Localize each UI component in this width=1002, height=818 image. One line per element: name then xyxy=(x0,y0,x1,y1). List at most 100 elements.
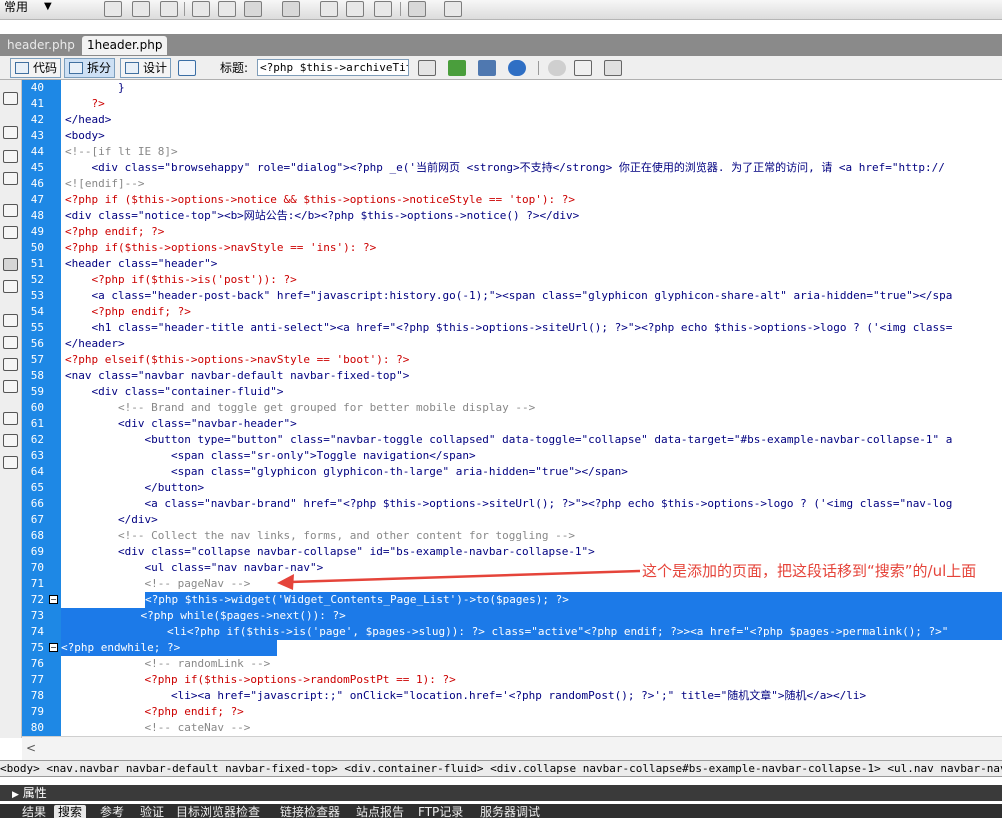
remove-comment-icon[interactable] xyxy=(3,336,18,349)
properties-panel-header[interactable]: ▶ 属性 xyxy=(0,785,1002,801)
code-line[interactable]: <?php if($this->is('post')): ?> xyxy=(65,272,296,288)
file-management-icon[interactable] xyxy=(418,60,436,76)
fold-marker-icon[interactable]: − xyxy=(49,643,58,652)
code-line[interactable]: <li><a href="javascript:;" onClick="loca… xyxy=(65,688,866,704)
date-icon[interactable] xyxy=(320,1,338,17)
code-line[interactable]: <?php if($this->options->randomPostPt ==… xyxy=(65,672,455,688)
view-options-icon[interactable] xyxy=(574,60,592,76)
code-line[interactable]: <!-- Collect the nav links, forms, and o… xyxy=(65,528,575,544)
code-line[interactable]: <span class="sr-only">Toggle navigation<… xyxy=(65,448,476,464)
code-line[interactable]: <div class="navbar-header"> xyxy=(65,416,297,432)
code-line[interactable]: <h1 class="header-title anti-select"><a … xyxy=(65,320,952,336)
refresh-icon[interactable] xyxy=(548,60,566,76)
comment-icon[interactable] xyxy=(374,1,392,17)
line-numbers-icon[interactable] xyxy=(3,258,18,271)
code-line[interactable]: <?php endif; ?> xyxy=(65,304,190,320)
code-line[interactable]: <?php endif; ?> xyxy=(65,704,243,720)
code-line[interactable]: <a class="navbar-brand" href="<?php $thi… xyxy=(65,496,952,512)
results-tab[interactable]: 验证 xyxy=(136,805,168,818)
document-title-field[interactable]: <?php $this->archiveTitle xyxy=(257,59,409,76)
code-line[interactable]: <?php endif; ?> xyxy=(65,224,164,240)
design-view-button[interactable]: 设计 xyxy=(120,58,172,78)
div-tag-icon[interactable] xyxy=(218,1,236,17)
fold-marker-icon[interactable]: − xyxy=(49,595,58,604)
code-line[interactable]: <header class="header"> xyxy=(65,256,217,272)
tab-1header-php[interactable]: 1header.php xyxy=(82,36,168,55)
code-line[interactable]: <!-- pageNav --> xyxy=(65,576,250,592)
hyperlink-icon[interactable] xyxy=(104,1,122,17)
collapse-tag-icon[interactable] xyxy=(3,126,18,139)
code-line[interactable]: <?php elseif($this->options->navStyle ==… xyxy=(65,352,409,368)
format-source-code-icon[interactable] xyxy=(3,456,18,469)
code-line[interactable]: <span class="glyphicon glyphicon-th-larg… xyxy=(65,464,628,480)
results-tab[interactable]: FTP记录 xyxy=(414,805,467,818)
indent-code-icon[interactable] xyxy=(3,412,18,425)
table-icon[interactable] xyxy=(192,1,210,17)
results-tab[interactable]: 链接检查器 xyxy=(276,805,344,818)
tag-selector-breadcrumb[interactable]: <body> <nav.navbar navbar-default navbar… xyxy=(0,760,1002,777)
globe-icon[interactable] xyxy=(508,60,526,76)
results-tab[interactable]: 参考 xyxy=(96,805,128,818)
collapse-selection-icon[interactable] xyxy=(3,150,18,163)
code-line[interactable]: <div class="container-fluid"> xyxy=(65,384,283,400)
split-view-button[interactable]: 拆分 xyxy=(64,58,116,78)
results-tab[interactable]: 服务器调试 xyxy=(476,805,544,818)
code-line[interactable]: <ul class="nav navbar-nav"> xyxy=(65,560,323,576)
recent-snippets-icon[interactable] xyxy=(3,380,18,393)
code-line[interactable]: ?> xyxy=(65,96,104,112)
code-line[interactable]: </div> xyxy=(65,512,158,528)
code-line[interactable]: <li<?php if($this->is('page', $pages->sl… xyxy=(61,624,1002,640)
code-line[interactable]: <body> xyxy=(65,128,105,144)
horizontal-scrollbar[interactable]: < xyxy=(22,736,1002,760)
code-line[interactable]: </button> xyxy=(65,480,204,496)
code-line[interactable]: <div class="notice-top"><b>网站公告:</b><?ph… xyxy=(65,208,579,224)
tab-header-php[interactable]: header.php xyxy=(2,36,80,55)
code-line[interactable]: <button type="button" class="navbar-togg… xyxy=(65,432,952,448)
code-line[interactable]: <!--[if lt IE 8]> xyxy=(65,144,178,160)
select-parent-tag-icon[interactable] xyxy=(3,204,18,217)
code-line[interactable]: <div class="collapse navbar-collapse" id… xyxy=(65,544,595,560)
check-page-icon[interactable] xyxy=(478,60,496,76)
balance-braces-icon[interactable] xyxy=(3,226,18,239)
code-line[interactable]: <?php endwhile; ?> xyxy=(61,640,277,656)
results-tab[interactable]: 目标浏览器检查 xyxy=(172,805,264,818)
live-view-icon[interactable] xyxy=(178,60,196,76)
visual-aids-icon[interactable] xyxy=(604,60,622,76)
code-line[interactable]: <?php $this->widget('Widget_Contents_Pag… xyxy=(145,592,1002,608)
outdent-code-icon[interactable] xyxy=(3,434,18,447)
code-line[interactable]: <a class="header-post-back" href="javasc… xyxy=(65,288,952,304)
code-line[interactable]: <!-- Brand and toggle get grouped for be… xyxy=(65,400,535,416)
media-icon[interactable] xyxy=(282,1,300,17)
code-line[interactable]: <![endif]--> xyxy=(65,176,144,192)
script-icon[interactable] xyxy=(444,1,462,17)
named-anchor-icon[interactable] xyxy=(160,1,178,17)
results-tab[interactable]: 搜索 xyxy=(54,805,87,818)
workspace-dropdown[interactable]: 常用 ▼ xyxy=(4,0,68,16)
code-view-button[interactable]: 代码 xyxy=(10,58,62,78)
code-line[interactable]: <?php while($pages->next()): ?> xyxy=(61,608,1002,624)
image-icon[interactable] xyxy=(244,1,262,17)
code-line[interactable]: <?php if ($this->options->notice && $thi… xyxy=(65,192,575,208)
code-line[interactable]: <?php if($this->options->navStyle == 'in… xyxy=(65,240,376,256)
email-link-icon[interactable] xyxy=(132,1,150,17)
highlight-invalid-code-icon[interactable] xyxy=(3,280,18,293)
code-line[interactable]: } xyxy=(65,80,125,96)
code-line[interactable]: </header> xyxy=(65,336,125,352)
line-number: 55 xyxy=(30,321,44,334)
expand-all-icon[interactable] xyxy=(3,172,18,185)
scroll-left-arrow-icon[interactable]: < xyxy=(26,741,36,755)
code-line[interactable]: <div class="browsehappy" role="dialog"><… xyxy=(65,160,944,176)
head-icon[interactable] xyxy=(408,1,426,17)
server-side-include-icon[interactable] xyxy=(346,1,364,17)
results-tab[interactable]: 结果 xyxy=(18,805,50,818)
code-line[interactable]: </head> xyxy=(65,112,111,128)
results-tab[interactable]: 站点报告 xyxy=(352,805,408,818)
open-documents-icon[interactable] xyxy=(3,92,18,105)
apply-comment-icon[interactable] xyxy=(3,314,18,327)
code-line[interactable]: <!-- cateNav --> xyxy=(65,720,250,736)
preview-in-browser-icon[interactable] xyxy=(448,60,466,76)
code-line[interactable]: <nav class="navbar navbar-default navbar… xyxy=(65,368,409,384)
code-line[interactable]: <!-- randomLink --> xyxy=(65,656,270,672)
code-editor[interactable]: } ?> </head> <body> <!--[if lt IE 8]> <div … xyxy=(61,80,1002,736)
wrap-tag-icon[interactable] xyxy=(3,358,18,371)
